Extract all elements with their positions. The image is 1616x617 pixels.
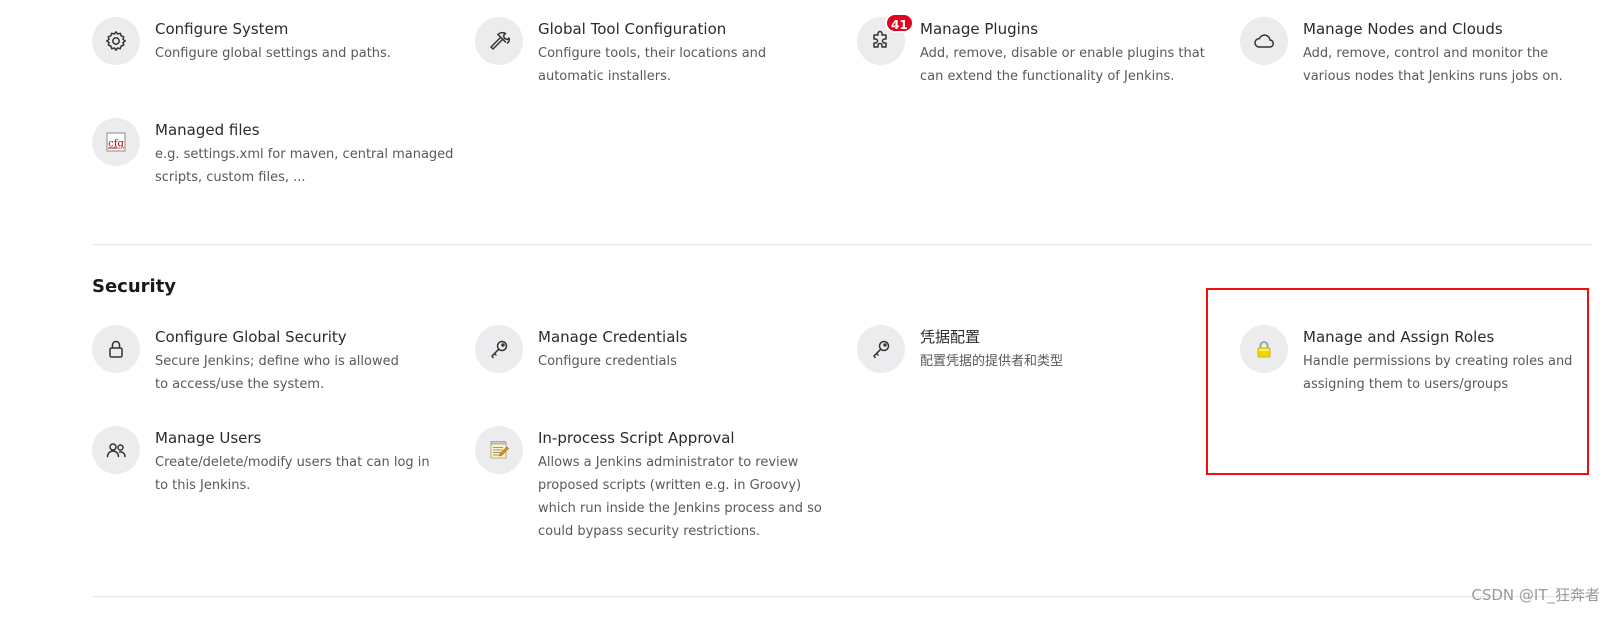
item-title: Configure System [155, 20, 289, 38]
item-title: Manage and Assign Roles [1303, 328, 1495, 346]
item-description: Create/delete/modify users that can log … [155, 455, 430, 493]
cloud-icon [1240, 17, 1288, 65]
item-title: Manage Plugins [920, 20, 1039, 38]
item-description: Configure tools, their locations and aut… [538, 46, 767, 84]
item-description: Configure global settings and paths. [155, 46, 391, 61]
item-description: 配置凭据的提供者和类型 [920, 354, 1064, 369]
item-title: Global Tool Configuration [538, 20, 727, 38]
section-divider [92, 244, 1592, 245]
item-description: Handle permissions by creating roles and… [1303, 354, 1573, 392]
item-description: Secure Jenkins; define who is allowed to… [155, 354, 399, 392]
section-divider [92, 596, 1592, 597]
plugin-updates-badge: 41 [885, 13, 914, 33]
security-heading: Security [92, 276, 177, 297]
key-icon [475, 325, 523, 373]
notepad-icon [475, 426, 523, 474]
svg-text:cfg: cfg [108, 139, 124, 150]
item-title: Managed files [155, 121, 260, 139]
lock-icon [92, 325, 140, 373]
item-title: Manage Credentials [538, 328, 688, 346]
item-title: In-process Script Approval [538, 429, 735, 447]
item-description: Add, remove, disable or enable plugins t… [920, 46, 1205, 84]
item-title: Manage Users [155, 429, 262, 447]
item-title: Manage Nodes and Clouds [1303, 20, 1503, 38]
yellow-padlock-icon [1240, 325, 1288, 373]
item-description: Add, remove, control and monitor the var… [1303, 46, 1563, 84]
item-description: Allows a Jenkins administrator to review… [538, 455, 822, 539]
item-description: Configure credentials [538, 354, 677, 369]
item-title: 凭据配置 [920, 328, 981, 346]
watermark: CSDN @IT_狂奔者 [1471, 586, 1600, 604]
item-title: Configure Global Security [155, 328, 347, 346]
item-description: e.g. settings.xml for maven, central man… [155, 147, 454, 185]
users-icon [92, 426, 140, 474]
hammer-icon [475, 17, 523, 65]
cfg-file-icon: cfg [92, 118, 140, 166]
gear-icon [92, 17, 140, 65]
key-icon [857, 325, 905, 373]
